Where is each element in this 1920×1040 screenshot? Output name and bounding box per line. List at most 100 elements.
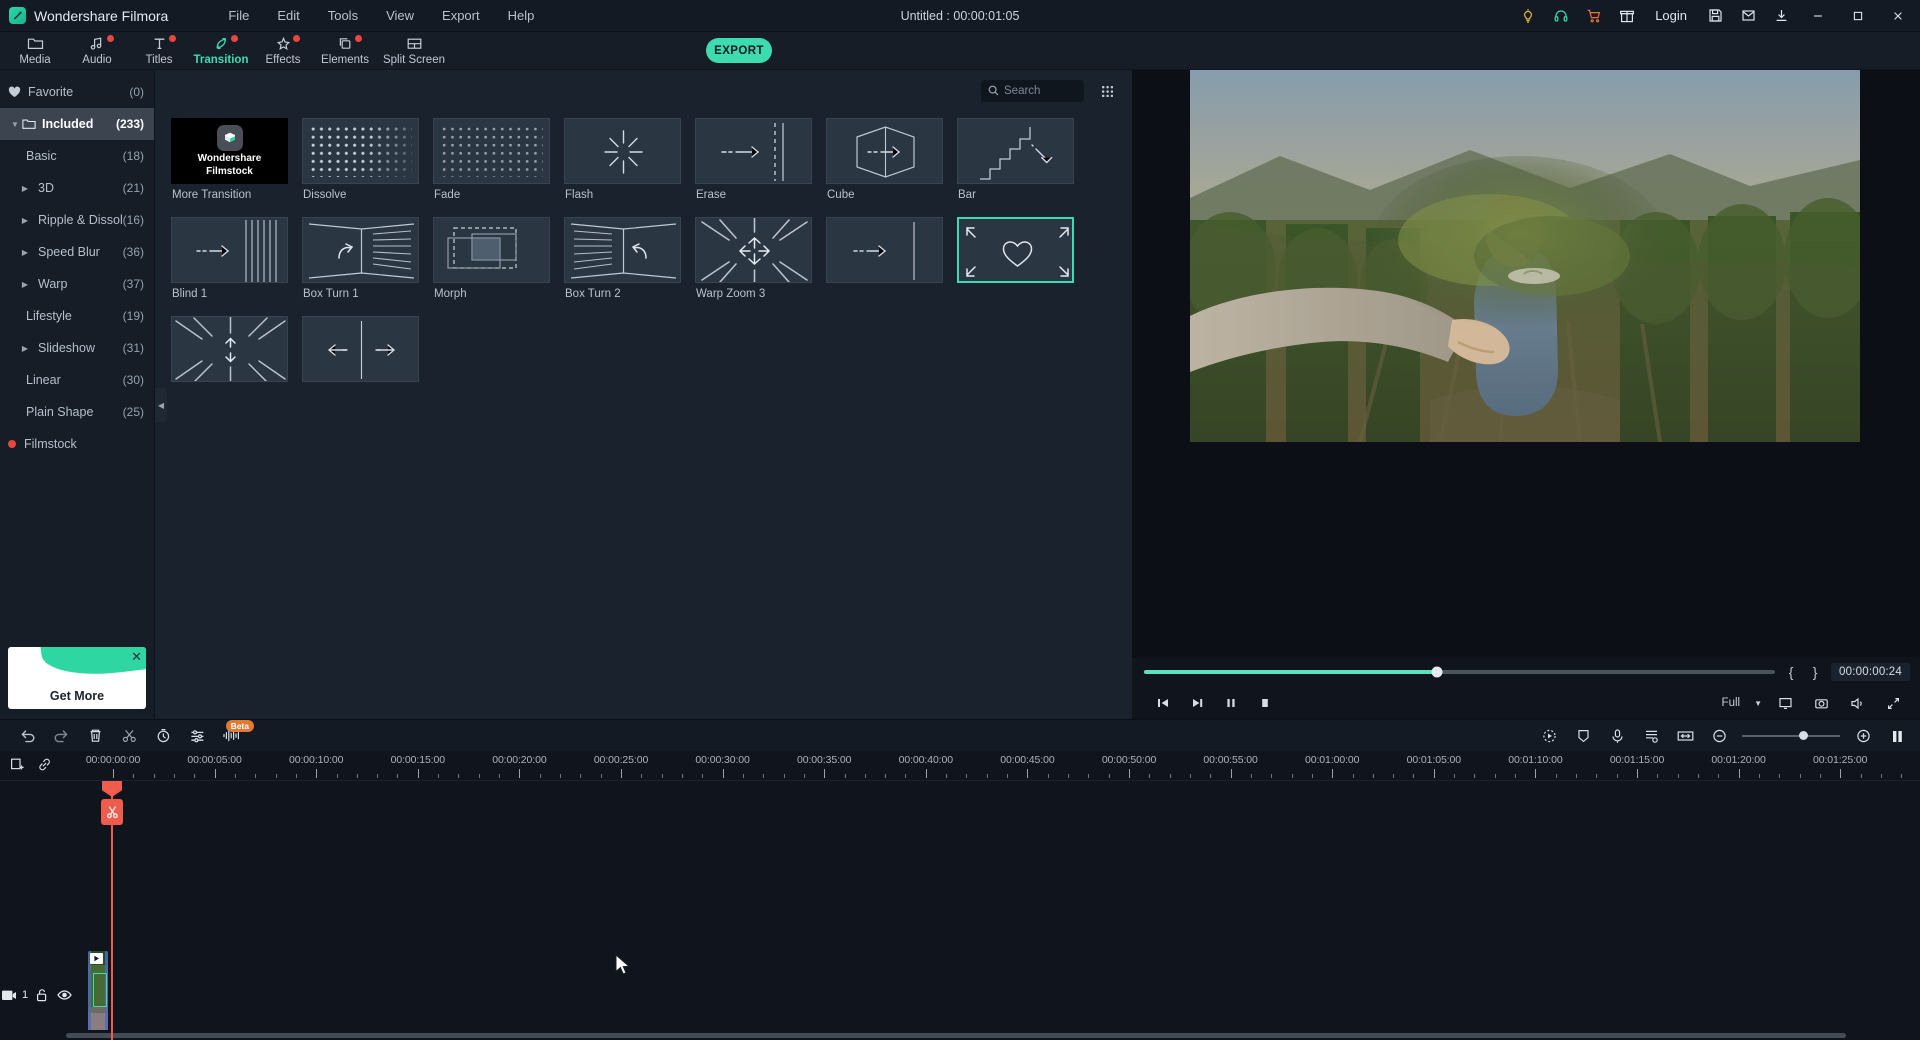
transition-item-box-turn-1[interactable]: Box Turn 1 [302,217,433,300]
add-track-icon[interactable] [10,757,25,775]
sidebar-item-linear[interactable]: Linear (30) [0,364,154,396]
tab-elements[interactable]: Elements [314,32,376,70]
split-scissors-icon[interactable] [112,722,146,750]
sidebar-item-slideshow[interactable]: ▶ Slideshow (31) [0,332,154,364]
tab-effects[interactable]: Effects [252,32,314,70]
transition-item-zoom-in-rays[interactable] [171,316,302,387]
transition-item-more[interactable]: Wondershare Filmstock More Transition [171,118,302,201]
video-track-1[interactable]: 1 [0,951,1920,1040]
headset-icon[interactable] [1544,0,1577,32]
search-box[interactable] [981,80,1084,102]
login-button[interactable]: Login [1643,0,1699,32]
sidebar-item-basic[interactable]: Basic (18) [0,140,154,172]
gift-icon[interactable] [1610,0,1643,32]
transition-item-morph[interactable]: Morph [433,217,564,300]
transition-item-box-turn-2[interactable]: Box Turn 2 [564,217,695,300]
tab-split-screen[interactable]: Split Screen [376,32,452,70]
sidebar-item-warp[interactable]: ▶ Warp (37) [0,268,154,300]
volume-icon[interactable] [1840,689,1874,717]
menu-file[interactable]: File [214,0,263,32]
cart-icon[interactable] [1577,0,1610,32]
collapse-sidebar-handle[interactable]: ◀ [155,388,167,422]
transition-item-corner-arrows[interactable] [826,217,957,300]
menu-edit[interactable]: Edit [263,0,313,32]
playhead[interactable] [101,781,123,1040]
transition-item-cube[interactable]: Cube [826,118,957,201]
motion-tracking-icon[interactable] [1532,722,1566,750]
voiceover-icon[interactable] [1600,722,1634,750]
snapshot-screen-icon[interactable] [1768,689,1802,717]
eye-icon[interactable] [53,989,76,1001]
tab-audio[interactable]: Audio [66,32,128,70]
fullscreen-icon[interactable] [1876,689,1910,717]
stop-button[interactable] [1248,689,1282,717]
delete-icon[interactable] [78,722,112,750]
sidebar-item-lifestyle[interactable]: Lifestyle (19) [0,300,154,332]
sidebar-item-speed-blur[interactable]: ▶ Speed Blur (36) [0,236,154,268]
preview-progress-slider[interactable] [1144,666,1776,678]
transition-item-flash[interactable]: Flash [564,118,695,201]
scrollbar-thumb[interactable] [66,1033,1846,1038]
save-icon[interactable] [1699,0,1732,32]
search-input[interactable] [1004,85,1077,97]
quality-select[interactable]: Full ▼ [1716,697,1766,709]
sidebar-item-filmstock[interactable]: Filmstock [0,428,154,460]
auto-caption-icon[interactable] [1634,722,1668,750]
preview-progress-handle[interactable] [1431,666,1443,678]
grid-view-icon[interactable] [1096,80,1118,102]
transition-item-blind1[interactable]: Blind 1 [171,217,302,300]
transition-item-split-arrows[interactable] [302,316,433,387]
timeline-ruler[interactable]: 00:00:00:00 00:00:05:00 00:00:10:00 00:00:1… [0,751,1920,781]
download-icon[interactable] [1765,0,1798,32]
timeline-tracks[interactable]: 1 [0,781,1920,1040]
bulb-icon[interactable] [1511,0,1544,32]
tab-media[interactable]: Media [4,32,66,70]
export-button[interactable]: EXPORT [706,38,772,63]
sidebar-item-3d[interactable]: ▶ 3D (21) [0,172,154,204]
play-button[interactable] [1180,689,1214,717]
fit-timeline-icon[interactable] [1668,722,1702,750]
transition-item-warp-zoom-3[interactable]: Warp Zoom 3 [695,217,826,300]
timeline-horizontal-scrollbar[interactable] [0,1030,1920,1040]
prev-frame-button[interactable] [1146,689,1180,717]
video-clip[interactable] [88,951,108,1035]
playhead-handle[interactable] [102,781,122,797]
adjust-sliders-icon[interactable] [180,722,214,750]
pause-button[interactable] [1214,689,1248,717]
zoom-in-icon[interactable] [1846,722,1880,750]
restore-button[interactable] [1838,0,1878,32]
minimize-button[interactable] [1798,0,1838,32]
menu-export[interactable]: Export [428,0,494,32]
undo-icon[interactable] [10,722,44,750]
tab-transition[interactable]: Transition [190,32,252,70]
sidebar-item-included[interactable]: ▼ Included (233) [0,108,154,140]
timeline-ruler-scale[interactable]: 00:00:00:00 00:00:05:00 00:00:10:00 00:00:1… [68,751,1920,781]
transition-item-erase[interactable]: Erase [695,118,826,201]
menu-tools[interactable]: Tools [314,0,372,32]
playhead-split-button[interactable] [101,799,123,825]
unlock-icon[interactable] [30,988,53,1002]
zoom-out-icon[interactable] [1702,722,1736,750]
zoom-handle[interactable] [1798,731,1808,740]
link-icon[interactable] [37,757,52,775]
mark-in-button[interactable]: { [1783,664,1799,680]
sidebar-item-favorite[interactable]: Favorite (0) [0,76,154,108]
transition-item-dissolve[interactable]: Dissolve [302,118,433,201]
transition-item-fade[interactable]: Fade [433,118,564,201]
video-track-body[interactable] [0,951,1920,1040]
mail-icon[interactable] [1732,0,1765,32]
audio-beat-icon[interactable]: Beta [214,719,254,750]
speed-icon[interactable] [146,722,180,750]
mark-out-button[interactable]: } [1807,664,1823,680]
menu-help[interactable]: Help [494,0,549,32]
transition-item-heart[interactable] [957,217,1088,300]
sidebar-item-plain-shape[interactable]: Plain Shape (25) [0,396,154,428]
close-button[interactable] [1878,0,1918,32]
redo-icon[interactable] [44,722,78,750]
render-icon[interactable] [1880,722,1914,750]
camera-icon[interactable] [1804,689,1838,717]
get-more-promo[interactable]: ✕ Get More [8,647,146,709]
close-icon[interactable]: ✕ [131,649,142,665]
menu-view[interactable]: View [372,0,428,32]
sidebar-item-ripple-dissolve[interactable]: ▶ Ripple & Dissolve (16) [0,204,154,236]
